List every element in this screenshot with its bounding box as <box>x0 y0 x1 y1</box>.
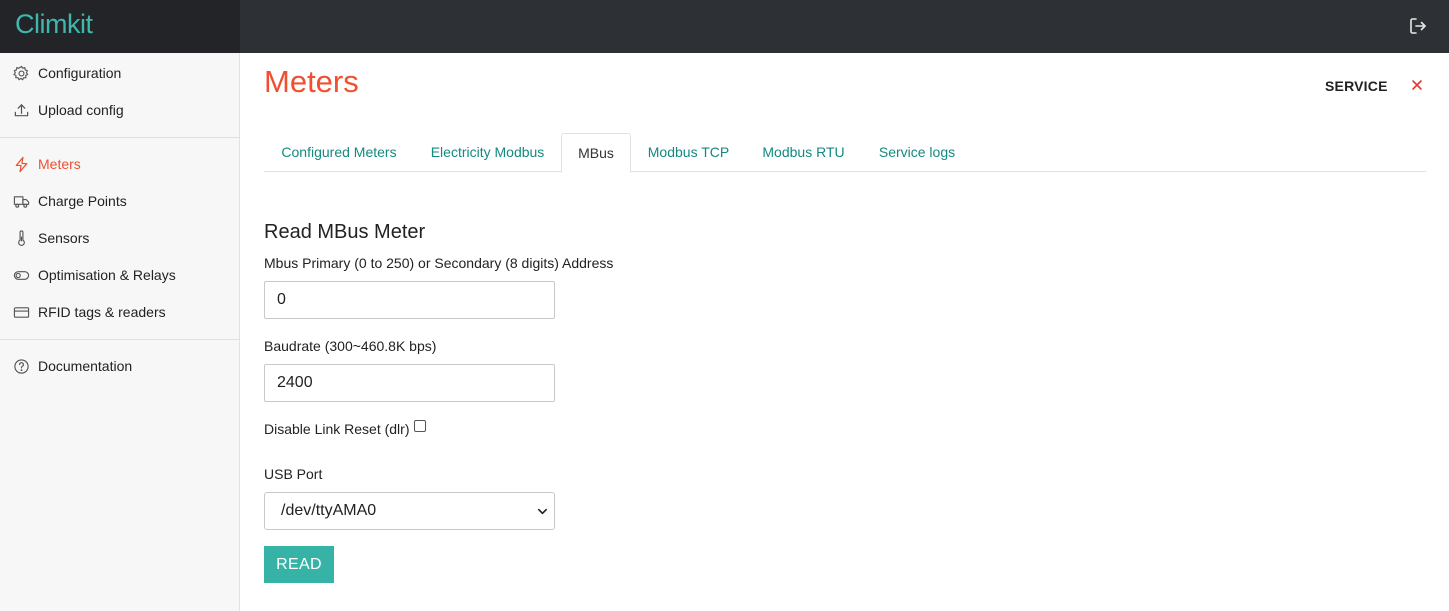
chevron-down-icon <box>538 508 547 515</box>
tab-modbus-rtu[interactable]: Modbus RTU <box>746 133 861 172</box>
service-link[interactable]: SERVICE <box>1325 78 1388 94</box>
address-input[interactable] <box>264 281 555 319</box>
thermometer-icon <box>18 229 25 246</box>
tab-mbus[interactable]: MBus <box>561 133 631 173</box>
gear-icon <box>13 65 29 80</box>
card-icon <box>13 306 30 318</box>
sidebar-item-label: Sensors <box>38 230 90 246</box>
sidebar-item-meters[interactable]: Meters <box>0 149 239 179</box>
truck-icon <box>13 195 30 208</box>
sidebar-item-label: Upload config <box>38 102 124 118</box>
sidebar-divider <box>0 137 239 138</box>
tab-modbus-tcp[interactable]: Modbus TCP <box>631 133 746 172</box>
sidebar-item-label: Optimisation & Relays <box>38 267 176 283</box>
lightning-icon <box>15 156 28 172</box>
main-content: Meters SERVICE Configured Meters Electri… <box>240 53 1449 611</box>
page-title: Meters <box>264 64 359 99</box>
toggle-icon <box>13 270 30 280</box>
tab-service-logs[interactable]: Service logs <box>861 133 973 172</box>
logout-icon[interactable] <box>1408 16 1428 36</box>
dlr-checkbox[interactable] <box>414 420 426 432</box>
sidebar-item-sensors[interactable]: Sensors <box>0 223 239 253</box>
usb-port-select[interactable]: /dev/ttyAMA0 <box>264 492 555 530</box>
upload-icon <box>14 103 29 116</box>
sidebar-item-label: Meters <box>38 156 81 172</box>
sidebar-item-upload-config[interactable]: Upload config <box>0 95 239 125</box>
section-title: Read MBus Meter <box>264 221 426 243</box>
tab-electricity-modbus[interactable]: Electricity Modbus <box>414 133 561 172</box>
read-button[interactable]: READ <box>264 546 334 583</box>
sidebar-item-label: Configuration <box>38 65 122 81</box>
baudrate-input[interactable] <box>264 364 555 402</box>
usb-port-selected-value: /dev/ttyAMA0 <box>281 502 377 519</box>
dlr-label: Disable Link Reset (dlr) <box>264 421 410 437</box>
sidebar-item-label: Documentation <box>38 358 133 374</box>
usb-port-label: USB Port <box>264 466 323 482</box>
brand-area: Climkit <box>0 0 240 53</box>
sidebar-item-label: RFID tags & readers <box>38 304 166 320</box>
brand-logo[interactable]: Climkit <box>15 9 93 40</box>
close-icon[interactable] <box>1410 78 1424 92</box>
sidebar-item-documentation[interactable]: Documentation <box>0 351 239 381</box>
sidebar: Configuration Upload config Meters Charg… <box>0 53 240 611</box>
help-circle-icon <box>14 358 29 374</box>
sidebar-item-optimisation-relays[interactable]: Optimisation & Relays <box>0 260 239 290</box>
tab-configured-meters[interactable]: Configured Meters <box>264 133 414 172</box>
sidebar-item-configuration[interactable]: Configuration <box>0 58 239 88</box>
sidebar-divider <box>0 339 239 340</box>
baudrate-label: Baudrate (300~460.8K bps) <box>264 338 437 354</box>
address-label: Mbus Primary (0 to 250) or Secondary (8 … <box>264 255 614 271</box>
sidebar-item-rfid-tags-readers[interactable]: RFID tags & readers <box>0 297 239 327</box>
tab-bar: Configured Meters Electricity Modbus MBu… <box>264 133 1426 173</box>
top-bar: Climkit <box>0 0 1449 53</box>
sidebar-item-charge-points[interactable]: Charge Points <box>0 186 239 216</box>
sidebar-item-label: Charge Points <box>38 193 127 209</box>
